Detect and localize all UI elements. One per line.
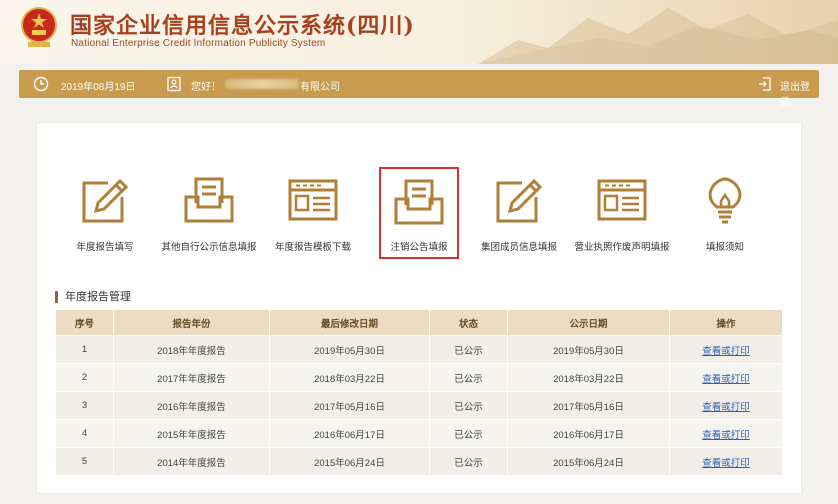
mountain-background <box>478 8 838 64</box>
annual-report-table: 序号 报告年份 最后修改日期 状态 公示日期 操作 1 2018年年度报告 20… <box>55 309 783 476</box>
pen-edit-icon <box>82 178 129 223</box>
function-group-member-info[interactable]: 集团成员信息填报 <box>469 167 569 259</box>
table-row: 3 2016年年度报告 2017年05月16日 已公示 2017年05月16日 … <box>55 391 783 420</box>
cell-modified-date: 2015年06月24日 <box>269 447 430 476</box>
column-header: 操作 <box>669 309 783 336</box>
cell-publish-date: 2019年05月30日 <box>507 335 670 364</box>
cell-report-year: 2018年年度报告 <box>113 335 270 364</box>
cell-publish-date: 2017年05月16日 <box>507 391 670 420</box>
cell-action: 查看或打印 <box>669 335 783 364</box>
view-print-link[interactable]: 查看或打印 <box>702 430 750 441</box>
cell-publish-date: 2015年06月24日 <box>507 447 670 476</box>
cell-action: 查看或打印 <box>669 447 783 476</box>
cell-action: 查看或打印 <box>669 419 783 448</box>
view-print-link[interactable]: 查看或打印 <box>702 346 750 357</box>
table-row: 4 2015年年度报告 2016年06月17日 已公示 2016年06月17日 … <box>55 419 783 448</box>
cell-report-year: 2016年年度报告 <box>113 391 270 420</box>
column-header: 报告年份 <box>113 309 270 336</box>
function-label: 注销公告填报 <box>390 242 448 253</box>
cell-modified-date: 2019年05月30日 <box>269 335 430 364</box>
site-title: 国家企业信用信息公示系统(四川) <box>70 13 415 39</box>
column-header: 公示日期 <box>507 309 670 336</box>
cell-index: 4 <box>55 419 114 448</box>
column-header: 最后修改日期 <box>269 309 430 336</box>
function-label: 填报须知 <box>705 242 744 253</box>
column-header: 状态 <box>429 309 508 336</box>
clock-icon <box>33 76 49 92</box>
function-label: 其他自行公示信息填报 <box>161 242 257 253</box>
function-license-void-statement[interactable]: 营业执照作废声明填报 <box>572 167 672 259</box>
cell-status: 已公示 <box>429 335 508 364</box>
user-info-bar: 2019年08月19日 您好！ 有限公司 退出登录 <box>19 70 819 108</box>
cell-index: 5 <box>55 447 114 476</box>
company-suffix: 有限公司 <box>300 82 340 93</box>
site-header: 国家企业信用信息公示系统(四川) National Enterprise Cre… <box>0 0 838 64</box>
cell-report-year: 2014年年度报告 <box>113 447 270 476</box>
table-header-row: 序号 报告年份 最后修改日期 状态 公示日期 操作 <box>55 309 783 336</box>
view-print-link[interactable]: 查看或打印 <box>702 402 750 413</box>
cell-modified-date: 2017年05月16日 <box>269 391 430 420</box>
inbox-document-icon <box>184 177 234 223</box>
inbox-document-icon <box>394 179 444 225</box>
cell-report-year: 2015年年度报告 <box>113 419 270 448</box>
lightbulb-icon <box>708 177 742 224</box>
function-label: 年度报告填写 <box>76 242 134 253</box>
cell-status: 已公示 <box>429 391 508 420</box>
function-template-download[interactable]: 年度报告模板下载 <box>263 167 363 259</box>
view-print-link[interactable]: 查看或打印 <box>702 374 750 385</box>
cell-status: 已公示 <box>429 419 508 448</box>
function-deregistration-notice[interactable]: 注销公告填报 <box>379 167 459 259</box>
cell-index: 1 <box>55 335 114 364</box>
cell-publish-date: 2018年03月22日 <box>507 363 670 392</box>
greeting-text: 您好！ <box>191 82 221 93</box>
cell-status: 已公示 <box>429 363 508 392</box>
cell-action: 查看或打印 <box>669 363 783 392</box>
function-label: 营业执照作废声明填报 <box>574 242 670 253</box>
cell-status: 已公示 <box>429 447 508 476</box>
cell-report-year: 2017年年度报告 <box>113 363 270 392</box>
table-row: 5 2014年年度报告 2015年06月24日 已公示 2015年06月24日 … <box>55 447 783 476</box>
pen-edit-icon <box>496 178 543 223</box>
current-date: 2019年08月19日 <box>61 82 136 93</box>
view-print-link[interactable]: 查看或打印 <box>702 458 750 469</box>
user-card-icon <box>167 76 181 92</box>
main-panel: 年度报告填写 其他自行公示信息填报 年度报告模板下载 注销公告填报 集团成员信息… <box>36 122 802 494</box>
section-title: 年度报告管理 <box>55 291 131 303</box>
cell-publish-date: 2016年06月17日 <box>507 419 670 448</box>
logout-link[interactable]: 退出登录 <box>780 78 819 108</box>
cell-index: 3 <box>55 391 114 420</box>
cell-action: 查看或打印 <box>669 391 783 420</box>
cell-modified-date: 2018年03月22日 <box>269 363 430 392</box>
national-emblem-icon <box>21 7 57 47</box>
function-filing-notes[interactable]: 填报须知 <box>675 167 775 259</box>
table-row: 1 2018年年度报告 2019年05月30日 已公示 2019年05月30日 … <box>55 335 783 364</box>
function-label: 年度报告模板下载 <box>274 242 351 253</box>
logout-icon[interactable] <box>757 76 773 92</box>
browser-document-icon <box>597 179 647 221</box>
site-subtitle: National Enterprise Credit Information P… <box>71 38 326 49</box>
table-row: 2 2017年年度报告 2018年03月22日 已公示 2018年03月22日 … <box>55 363 783 392</box>
column-header: 序号 <box>55 309 114 336</box>
cell-index: 2 <box>55 363 114 392</box>
browser-document-icon <box>288 179 338 221</box>
function-annual-report-fill[interactable]: 年度报告填写 <box>55 167 155 259</box>
redacted-company-name <box>225 79 299 89</box>
function-label: 集团成员信息填报 <box>480 242 557 253</box>
function-other-self-disclosure[interactable]: 其他自行公示信息填报 <box>159 167 259 259</box>
cell-modified-date: 2016年06月17日 <box>269 419 430 448</box>
